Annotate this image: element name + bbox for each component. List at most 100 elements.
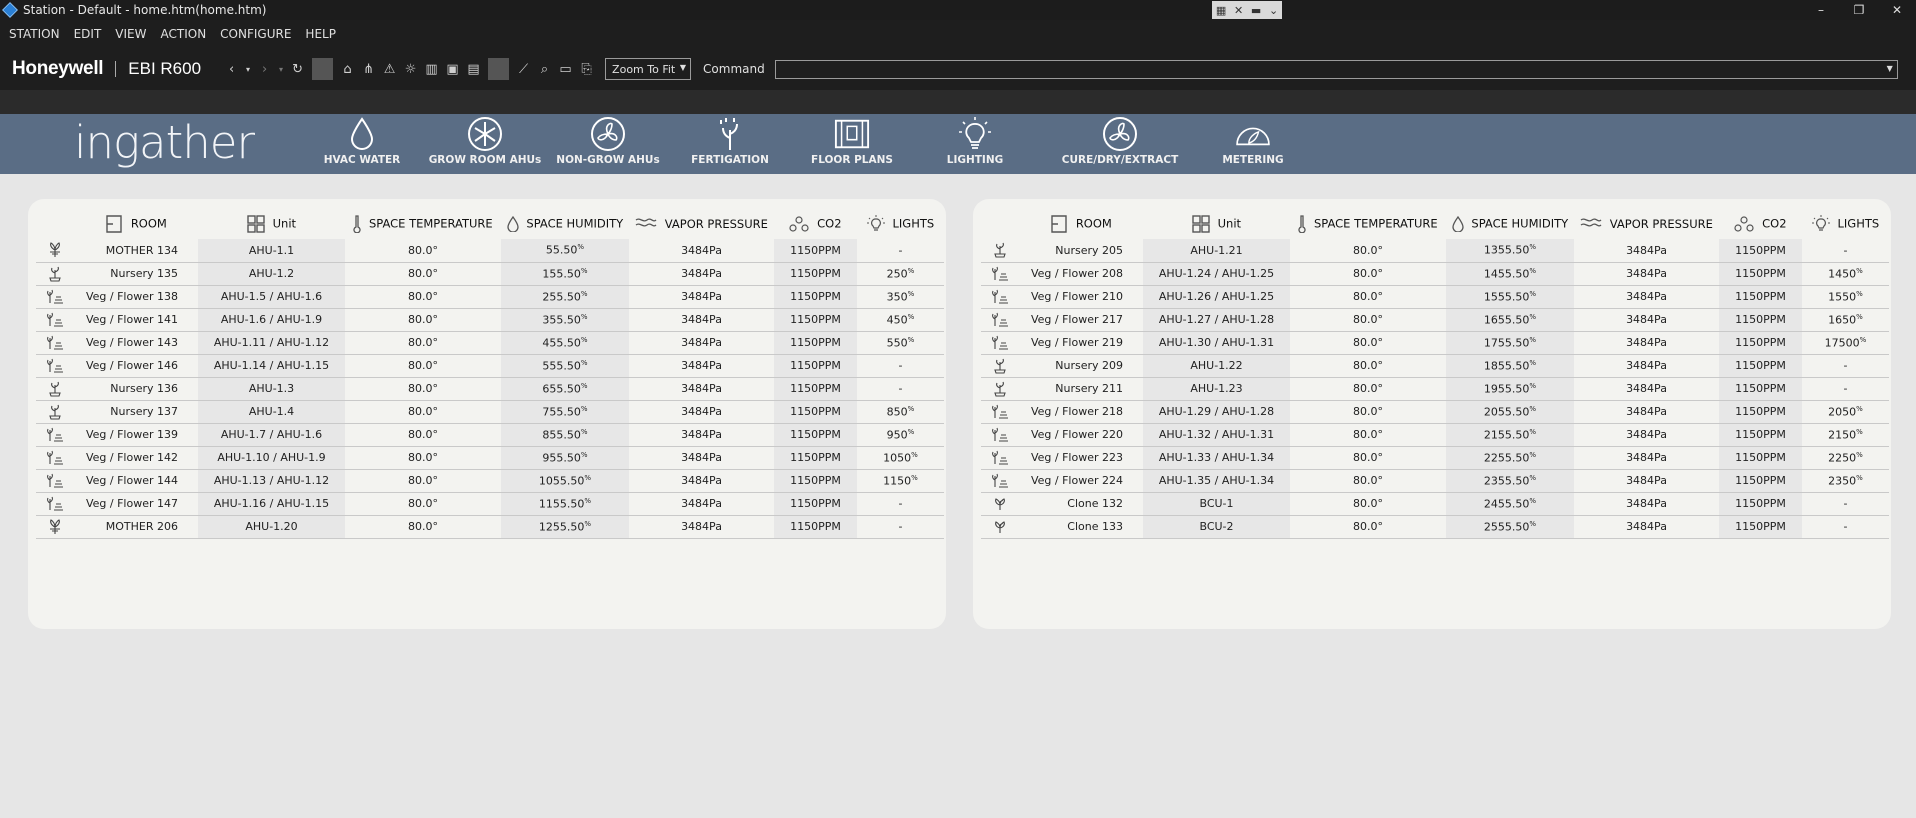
menu-view[interactable]: VIEW xyxy=(110,27,155,41)
nav-hvac-water[interactable]: HVAC WATER xyxy=(302,116,422,166)
alarm-icon[interactable]: ⚠ xyxy=(379,58,400,80)
status-icon[interactable]: ☼ xyxy=(400,58,421,80)
table-row[interactable]: Veg / Flower 147 AHU-1.16 / AHU-1.15 80.0°… xyxy=(36,492,944,516)
room-cell[interactable]: Veg / Flower 138 xyxy=(74,285,198,309)
zoom-select[interactable]: Zoom To Fit ▼ xyxy=(605,58,692,80)
nav-floor-plans[interactable]: FLOOR PLANS xyxy=(792,116,912,166)
unit-cell[interactable]: AHU-1.2 xyxy=(198,262,345,286)
room-cell[interactable]: Veg / Flower 217 xyxy=(1019,308,1143,332)
schedule-icon[interactable]: ▣ xyxy=(442,58,463,80)
table-row[interactable]: Nursery 211 AHU-1.23 80.0° 1955.50% 3484Pa 11… xyxy=(981,377,1889,401)
unit-cell[interactable]: AHU-1.14 / AHU-1.15 xyxy=(198,354,345,378)
room-cell[interactable]: Veg / Flower 210 xyxy=(1019,285,1143,309)
nav-non-grow-ahus[interactable]: NON-GROW AHUs xyxy=(548,116,668,166)
table-row[interactable]: MOTHER 206 AHU-1.20 80.0° 1255.50% 3484Pa 115… xyxy=(36,515,944,539)
table-row[interactable]: Clone 132 BCU-1 80.0° 2455.50% 3484Pa 1150PPM… xyxy=(981,492,1889,516)
table-row[interactable]: Veg / Flower 220 AHU-1.32 / AHU-1.31 80.0°… xyxy=(981,423,1889,447)
table-row[interactable]: Veg / Flower 210 AHU-1.26 / AHU-1.25 80.0°… xyxy=(981,285,1889,309)
room-cell[interactable]: Veg / Flower 219 xyxy=(1019,331,1143,355)
minimize-button[interactable]: – xyxy=(1802,0,1840,20)
room-cell[interactable]: Veg / Flower 139 xyxy=(74,423,198,447)
chart-icon[interactable]: ⟋ xyxy=(513,58,534,80)
unit-cell[interactable]: AHU-1.7 / AHU-1.6 xyxy=(198,423,345,447)
unit-cell[interactable]: AHU-1.5 / AHU-1.6 xyxy=(198,285,345,309)
home-icon[interactable]: ⌂ xyxy=(337,58,358,80)
unit-cell[interactable]: AHU-1.3 xyxy=(198,377,345,401)
table-row[interactable]: Veg / Flower 143 AHU-1.11 / AHU-1.12 80.0°… xyxy=(36,331,944,355)
table-row[interactable]: Veg / Flower 223 AHU-1.33 / AHU-1.34 80.0°… xyxy=(981,446,1889,470)
room-cell[interactable]: Nursery 135 xyxy=(74,262,198,286)
unit-cell[interactable]: AHU-1.4 xyxy=(198,400,345,424)
table-row[interactable]: Veg / Flower 139 AHU-1.7 / AHU-1.6 80.0° 85… xyxy=(36,423,944,447)
unit-cell[interactable]: AHU-1.11 / AHU-1.12 xyxy=(198,331,345,355)
room-cell[interactable]: Veg / Flower 147 xyxy=(74,492,198,516)
room-cell[interactable]: Nursery 209 xyxy=(1019,354,1143,378)
nav-lighting[interactable]: LIGHTING xyxy=(915,116,1035,166)
room-cell[interactable]: Veg / Flower 142 xyxy=(74,446,198,470)
table-row[interactable]: Nursery 205 AHU-1.21 80.0° 1355.50% 3484Pa 11… xyxy=(981,239,1889,263)
menu-help[interactable]: HELP xyxy=(300,27,345,41)
room-cell[interactable]: Veg / Flower 143 xyxy=(74,331,198,355)
table-row[interactable]: Veg / Flower 217 AHU-1.27 / AHU-1.28 80.0°… xyxy=(981,308,1889,332)
unit-cell[interactable]: AHU-1.1 xyxy=(198,239,345,263)
unit-cell[interactable]: AHU-1.24 / AHU-1.25 xyxy=(1143,262,1290,286)
unit-cell[interactable]: AHU-1.10 / AHU-1.9 xyxy=(198,446,345,470)
back-icon[interactable]: ‹ xyxy=(221,58,242,80)
room-cell[interactable]: Clone 133 xyxy=(1019,515,1143,539)
forward-icon[interactable]: › xyxy=(254,58,275,80)
unit-cell[interactable]: AHU-1.20 xyxy=(198,515,345,539)
menu-action[interactable]: ACTION xyxy=(156,27,216,41)
unit-cell[interactable]: AHU-1.16 / AHU-1.15 xyxy=(198,492,345,516)
unit-cell[interactable]: AHU-1.21 xyxy=(1143,239,1290,263)
unit-cell[interactable]: BCU-1 xyxy=(1143,492,1290,516)
table-row[interactable]: Nursery 137 AHU-1.4 80.0° 755.50% 3484Pa 1150… xyxy=(36,400,944,424)
room-cell[interactable]: Clone 132 xyxy=(1019,492,1143,516)
window-icon[interactable]: ▭ xyxy=(555,58,576,80)
room-cell[interactable]: Veg / Flower 141 xyxy=(74,308,198,332)
table-row[interactable]: Nursery 135 AHU-1.2 80.0° 155.50% 3484Pa 1150… xyxy=(36,262,944,286)
menu-configure[interactable]: CONFIGURE xyxy=(215,27,300,41)
table-row[interactable]: Veg / Flower 138 AHU-1.5 / AHU-1.6 80.0° 25… xyxy=(36,285,944,309)
room-cell[interactable]: Veg / Flower 208 xyxy=(1019,262,1143,286)
chevron-down-icon[interactable]: ▼ xyxy=(1887,64,1893,73)
room-cell[interactable]: MOTHER 134 xyxy=(74,239,198,263)
unit-cell[interactable]: AHU-1.13 / AHU-1.12 xyxy=(198,469,345,493)
room-cell[interactable]: Veg / Flower 223 xyxy=(1019,446,1143,470)
room-cell[interactable]: Veg / Flower 146 xyxy=(74,354,198,378)
room-cell[interactable]: Nursery 137 xyxy=(74,400,198,424)
room-cell[interactable]: Veg / Flower 218 xyxy=(1019,400,1143,424)
room-cell[interactable]: MOTHER 206 xyxy=(74,515,198,539)
table-row[interactable]: Veg / Flower 141 AHU-1.6 / AHU-1.9 80.0° 35… xyxy=(36,308,944,332)
room-cell[interactable]: Nursery 136 xyxy=(74,377,198,401)
unit-cell[interactable]: AHU-1.30 / AHU-1.31 xyxy=(1143,331,1290,355)
unit-cell[interactable]: AHU-1.29 / AHU-1.28 xyxy=(1143,400,1290,424)
unit-cell[interactable]: BCU-2 xyxy=(1143,515,1290,539)
nav-grow-room-ahus[interactable]: GROW ROOM AHUs xyxy=(425,116,545,166)
room-cell[interactable]: Veg / Flower 144 xyxy=(74,469,198,493)
table-row[interactable]: Veg / Flower 208 AHU-1.24 / AHU-1.25 80.0°… xyxy=(981,262,1889,286)
unit-cell[interactable]: AHU-1.27 / AHU-1.28 xyxy=(1143,308,1290,332)
refresh-icon[interactable]: ↻ xyxy=(287,58,308,80)
export-icon[interactable]: ⎘ xyxy=(576,58,597,80)
table-row[interactable]: Veg / Flower 146 AHU-1.14 / AHU-1.15 80.0°… xyxy=(36,354,944,378)
menu-station[interactable]: STATION xyxy=(4,27,69,41)
table-row[interactable]: Veg / Flower 144 AHU-1.13 / AHU-1.12 80.0°… xyxy=(36,469,944,493)
maximize-button[interactable]: ❐ xyxy=(1840,0,1878,20)
grid-icon[interactable]: ▦ xyxy=(1216,4,1226,17)
room-cell[interactable]: Veg / Flower 224 xyxy=(1019,469,1143,493)
chevron-down-icon[interactable]: ⌄ xyxy=(1269,4,1278,17)
search-icon[interactable]: ⌕ xyxy=(534,58,555,80)
back-dropdown-icon[interactable]: ▾ xyxy=(242,58,254,80)
unit-cell[interactable]: AHU-1.23 xyxy=(1143,377,1290,401)
unit-cell[interactable]: AHU-1.35 / AHU-1.34 xyxy=(1143,469,1290,493)
room-cell[interactable]: Veg / Flower 220 xyxy=(1019,423,1143,447)
nav-fertigation[interactable]: FERTIGATION xyxy=(670,116,790,166)
room-cell[interactable]: Nursery 211 xyxy=(1019,377,1143,401)
trend-icon[interactable]: ▥ xyxy=(421,58,442,80)
command-input[interactable]: ▼ xyxy=(774,59,1898,79)
table-row[interactable]: Veg / Flower 224 AHU-1.35 / AHU-1.34 80.0°… xyxy=(981,469,1889,493)
table-row[interactable]: Nursery 136 AHU-1.3 80.0° 655.50% 3484Pa 1150… xyxy=(36,377,944,401)
room-cell[interactable]: Nursery 205 xyxy=(1019,239,1143,263)
nav-cure-dry-extract[interactable]: CURE/DRY/EXTRACT xyxy=(1060,116,1180,166)
report-icon[interactable]: ▤ xyxy=(463,58,484,80)
